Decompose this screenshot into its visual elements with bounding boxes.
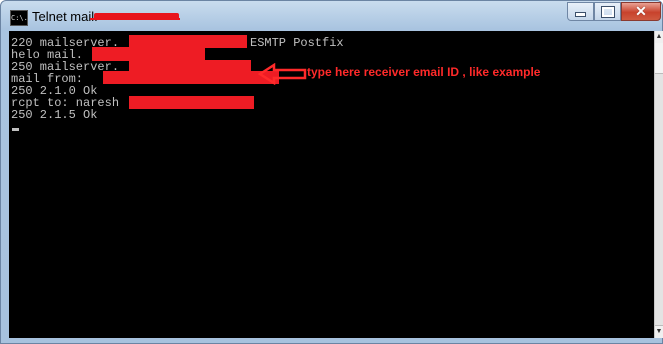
vertical-scrollbar[interactable]: ▲ ▼ — [654, 31, 663, 338]
minimize-button[interactable] — [567, 2, 594, 21]
console-line-suffix: ESMTP Postfix — [250, 36, 344, 50]
redaction-mark — [129, 96, 254, 109]
telnet-window: C:\. Telnet mail. ✕ 220 mailserver. ESMT… — [0, 0, 663, 344]
scroll-down-icon[interactable]: ▼ — [655, 325, 663, 338]
console-app-icon[interactable]: C:\. — [10, 10, 28, 26]
close-icon: ✕ — [635, 3, 647, 19]
title-redaction-mark — [90, 13, 180, 20]
title-bar[interactable]: C:\. Telnet mail. ✕ — [1, 1, 662, 31]
scroll-thumb[interactable] — [655, 43, 663, 74]
close-button[interactable]: ✕ — [621, 2, 661, 21]
redaction-mark — [92, 47, 205, 61]
annotation-text: type here receiver email ID , like examp… — [307, 65, 541, 79]
window-title: Telnet mail. — [32, 9, 98, 24]
minimize-icon — [575, 12, 586, 17]
maximize-button[interactable] — [594, 2, 621, 21]
redaction-mark — [103, 71, 279, 84]
text-cursor — [12, 128, 19, 131]
console-line: 250 2.1.5 Ok — [11, 108, 98, 122]
maximize-icon — [600, 5, 615, 18]
left-arrow-icon — [258, 63, 307, 85]
